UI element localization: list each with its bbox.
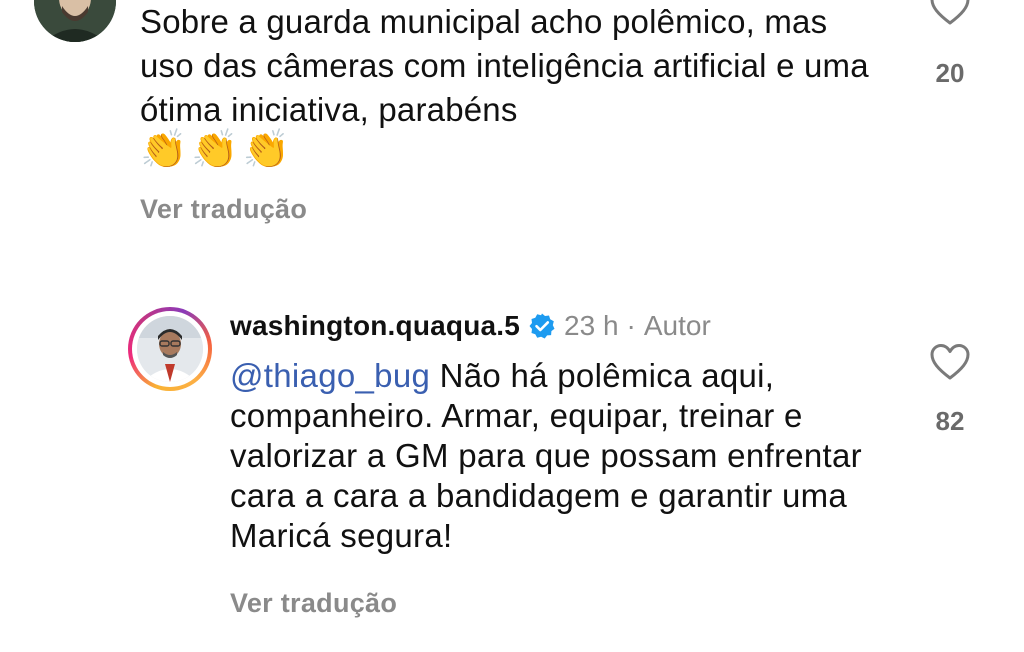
story-ring[interactable] [128, 307, 212, 391]
verified-badge-icon [528, 312, 556, 340]
emoji-row: 👏 👏 👏 [140, 126, 290, 176]
meta-separator: · [626, 310, 636, 341]
comment-time: 23 h [564, 310, 619, 341]
clapping-hands-emoji: 👏 [242, 129, 290, 171]
clapping-hands-emoji: 👏 [140, 129, 188, 171]
like-count: 82 [935, 406, 965, 436]
reply-avatar [137, 316, 203, 382]
commenter-avatar[interactable] [34, 0, 116, 42]
ring-inner [132, 311, 208, 387]
see-translation-link[interactable]: Ver tradução [140, 194, 307, 225]
see-translation-link[interactable]: Ver tradução [230, 588, 397, 619]
like-count: 20 [935, 58, 965, 88]
comment-text: Sobre a guarda municipal acho polêmico, … [140, 3, 869, 128]
reply-header: washington.quaqua.5 23 h · Autor [230, 306, 711, 346]
heart-icon[interactable] [929, 343, 971, 381]
mention-link[interactable]: @thiago_bug [230, 357, 430, 394]
author-label: Autor [643, 310, 711, 341]
clapping-hands-emoji: 👏 [191, 129, 239, 171]
reply-text: @thiago_bug Não há polêmica aqui, compan… [230, 356, 890, 556]
heart-icon[interactable] [929, 0, 971, 26]
avatar-photo [34, 0, 116, 42]
username-link[interactable]: washington.quaqua.5 [230, 310, 520, 342]
avatar-photo [137, 316, 203, 382]
